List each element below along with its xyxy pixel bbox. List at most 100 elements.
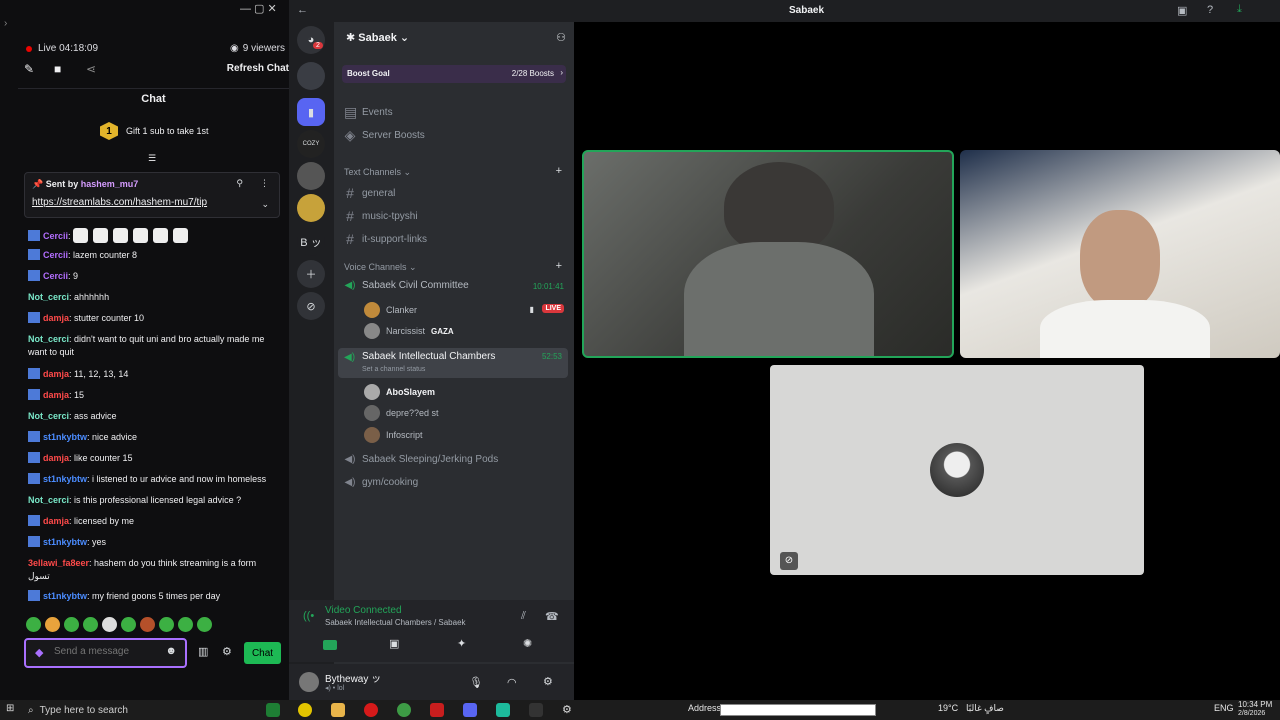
text-channels-category[interactable]: Text Channels ⌄ <box>344 167 411 178</box>
taskbar-search[interactable]: ⌕ Type here to search <box>28 702 248 718</box>
headphones-icon[interactable]: ◠ <box>507 676 517 689</box>
video-tile-participant[interactable] <box>960 150 1280 358</box>
chevron-down-icon[interactable]: ⌄ <box>261 199 269 210</box>
voice-channel-civil[interactable]: ◀) Sabaek Civil Committee <box>344 280 468 291</box>
chat-username[interactable]: st1nkybtw <box>43 432 87 442</box>
file-explorer-icon[interactable] <box>331 703 345 717</box>
voice-channel-sleeping[interactable]: ◀) Sabaek Sleeping/Jerking Pods <box>344 454 498 465</box>
opera-icon[interactable] <box>364 703 378 717</box>
channel-it-support[interactable]: # it-support-links <box>344 231 427 247</box>
app-icon[interactable] <box>298 703 312 717</box>
windows-start-icon[interactable]: ⊞ <box>6 703 14 714</box>
microphone-icon[interactable]: 🎙︎ <box>469 676 483 689</box>
folder-icon[interactable]: ▮ <box>297 98 325 126</box>
emote-icon[interactable] <box>26 617 41 632</box>
emote-icon[interactable] <box>159 617 174 632</box>
gear-icon[interactable]: ⚙ <box>543 675 553 688</box>
chevron-right-icon[interactable]: › <box>4 18 7 29</box>
voice-tile[interactable]: ⊘ <box>770 365 1144 575</box>
chat-send-button[interactable]: Chat <box>244 642 281 664</box>
avatar[interactable] <box>299 672 319 692</box>
app-icon[interactable] <box>529 703 543 717</box>
emote-icon[interactable] <box>197 617 212 632</box>
voice-user[interactable]: depre??ed st <box>364 405 439 421</box>
clip-icon[interactable]: ■ <box>54 62 61 76</box>
add-member-icon[interactable]: ⚇ <box>556 31 566 44</box>
signal-icon[interactable]: ((• <box>303 610 314 622</box>
voice-channel-gym[interactable]: ◀) gym/cooking <box>344 477 418 488</box>
chat-input[interactable] <box>54 646 164 657</box>
chat-username[interactable]: Not_cerci <box>28 292 69 302</box>
pencil-icon[interactable]: ✎ <box>24 62 34 76</box>
chat-username[interactable]: 3ellawi_fa8eer <box>28 558 89 568</box>
chat-username[interactable]: Cercii <box>43 271 68 281</box>
share-icon[interactable]: ⋖ <box>86 62 96 76</box>
chat-username[interactable]: damja <box>43 313 69 323</box>
inbox-icon[interactable]: ▣ <box>1177 4 1187 17</box>
discord-home-icon[interactable]: ◕ <box>297 26 325 54</box>
chat-username[interactable]: damja <box>43 369 69 379</box>
back-arrow-icon[interactable]: ← <box>297 4 308 16</box>
chat-username[interactable]: st1nkybtw <box>43 474 87 484</box>
chat-username[interactable]: Not_cerci <box>28 334 69 344</box>
chat-username[interactable]: Not_cerci <box>28 495 69 505</box>
video-tile-self[interactable] <box>582 150 954 358</box>
voice-channel-intellectual[interactable]: ◀) Sabaek Intellectual Chambers 52:53 Se… <box>338 348 568 378</box>
camera-icon[interactable] <box>323 640 337 650</box>
voice-user[interactable]: Infoscript <box>364 427 423 443</box>
chat-username[interactable]: Cercii <box>43 231 68 241</box>
address-input[interactable] <box>720 704 876 716</box>
help-icon[interactable]: ? <box>1207 4 1213 16</box>
emote-icon[interactable] <box>102 617 117 632</box>
gift-leaderboard[interactable]: 1 Gift 1 sub to take 1st <box>100 122 209 140</box>
emote-icon[interactable] <box>140 617 155 632</box>
window-controls[interactable]: — ▢ ✕ <box>240 2 277 15</box>
chat-input-box[interactable]: ◆ ☻ <box>24 638 187 668</box>
app-icon[interactable] <box>496 703 510 717</box>
pinned-link[interactable]: https://streamlabs.com/hashem-mu7/tip <box>32 197 207 208</box>
screen-share-icon[interactable]: ▣ <box>389 637 399 650</box>
server-icon[interactable] <box>297 62 325 90</box>
pin-icon[interactable]: ⚲ <box>236 178 243 189</box>
voice-channels-category[interactable]: Voice Channels ⌄ <box>344 262 417 273</box>
add-channel-icon[interactable]: + <box>556 165 562 177</box>
gear-icon[interactable]: ⚙ <box>562 703 576 717</box>
emoji-icon[interactable]: ☻ <box>165 645 177 657</box>
server-name-header[interactable]: ✱ Sabaek ⌄ <box>346 31 409 44</box>
chat-username[interactable]: st1nkybtw <box>43 591 87 601</box>
discover-icon[interactable]: ⊘ <box>297 292 325 320</box>
server-icon[interactable]: COZY <box>297 130 325 158</box>
channel-music[interactable]: # music-tpyshi <box>344 208 417 224</box>
app-icon[interactable] <box>430 703 444 717</box>
voice-user[interactable]: Clanker <box>364 302 417 318</box>
emote-icon[interactable] <box>64 617 79 632</box>
voice-user[interactable]: Narcissist GAZA <box>364 323 454 339</box>
server-label[interactable]: B ッ <box>297 228 325 256</box>
filter-icon[interactable]: ☰ <box>148 153 156 164</box>
server-boosts-item[interactable]: ◈ Server Boosts <box>344 127 425 144</box>
server-icon[interactable] <box>297 162 325 190</box>
chat-username[interactable]: Not_cerci <box>28 411 69 421</box>
gear-icon[interactable]: ⚙ <box>222 645 232 658</box>
voice-user[interactable]: AboSlayem <box>364 384 435 400</box>
download-icon[interactable]: ⤓ <box>1237 3 1242 16</box>
server-icon[interactable] <box>297 194 325 222</box>
emote-icon[interactable] <box>178 617 193 632</box>
chat-username[interactable]: damja <box>43 453 69 463</box>
activities-icon[interactable]: ✦ <box>457 637 466 650</box>
events-item[interactable]: ▤ Events <box>344 104 393 121</box>
refresh-chat-button[interactable]: Refresh Chat <box>227 63 289 74</box>
chat-username[interactable]: Cercii <box>43 250 68 260</box>
discord-icon[interactable] <box>463 703 477 717</box>
emote-icon[interactable] <box>121 617 136 632</box>
xbox-icon[interactable] <box>266 703 280 717</box>
add-server-icon[interactable]: ＋ <box>297 260 325 288</box>
chat-username[interactable]: st1nkybtw <box>43 537 87 547</box>
store-icon[interactable]: ▥ <box>198 645 208 658</box>
disconnect-icon[interactable]: ☎ <box>545 610 559 623</box>
channel-general[interactable]: # general <box>344 185 395 201</box>
more-icon[interactable]: ⋮ <box>260 178 269 189</box>
noise-suppression-icon[interactable]: ⫽ <box>521 610 526 623</box>
soundboard-icon[interactable]: ✺ <box>523 637 532 650</box>
add-channel-icon[interactable]: + <box>556 260 562 272</box>
